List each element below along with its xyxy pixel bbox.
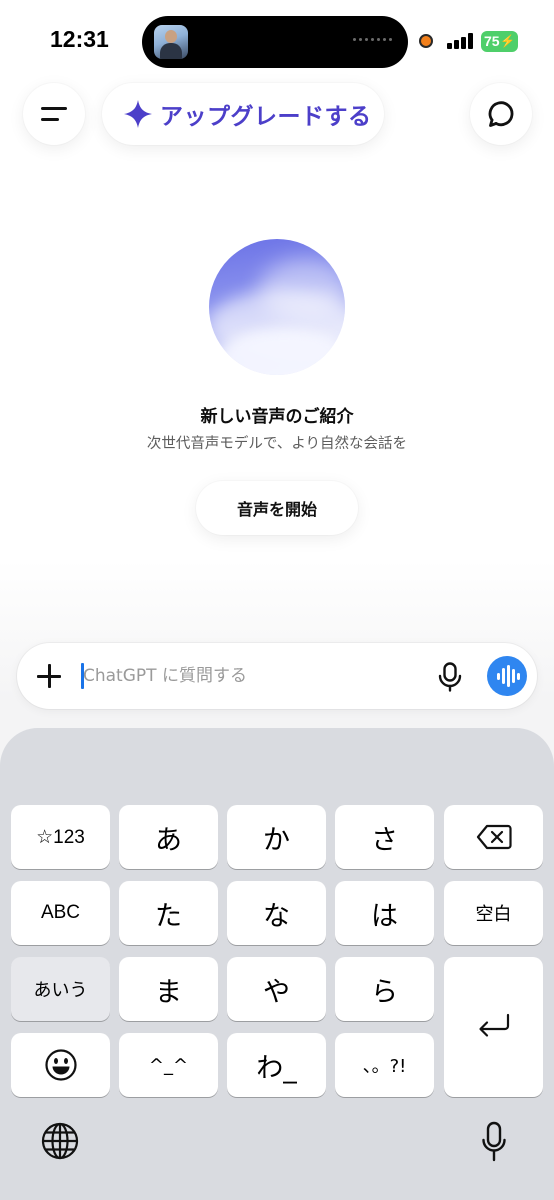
composer <box>17 643 537 709</box>
cellular-signal-icon <box>447 33 473 49</box>
key-kana-mode[interactable]: あいう <box>11 957 110 1021</box>
message-input[interactable] <box>83 661 423 691</box>
battery-icon: 75 ⚡ <box>481 31 518 52</box>
key-punctuation[interactable]: 、。?! <box>335 1033 434 1097</box>
upgrade-label: アップグレードする <box>160 104 372 130</box>
avatar <box>154 25 188 59</box>
recording-indicator-icon <box>419 34 433 48</box>
voice-intro-title: 新しい音声のご紹介 <box>200 407 354 427</box>
key-kaomoji[interactable]: ^_^ <box>119 1033 218 1097</box>
key-space[interactable]: 空白 <box>444 881 543 945</box>
menu-icon <box>41 107 67 110</box>
upgrade-button[interactable]: アップグレードする <box>102 83 384 145</box>
voice-mode-button[interactable] <box>487 656 527 696</box>
microphone-icon[interactable] <box>438 662 462 692</box>
emoji-icon <box>44 1049 77 1081</box>
menu-button[interactable] <box>23 83 85 145</box>
status-time: 12:31 <box>50 26 109 52</box>
key-delete[interactable] <box>444 805 543 869</box>
voice-orb[interactable] <box>209 239 345 375</box>
key-ra[interactable]: ら <box>335 957 434 1021</box>
key-return[interactable] <box>444 957 543 1097</box>
dictation-microphone-icon[interactable] <box>482 1121 506 1163</box>
globe-icon[interactable] <box>41 1122 79 1160</box>
battery-level: 75 <box>484 33 500 49</box>
delete-icon <box>476 824 512 850</box>
dynamic-island[interactable] <box>142 16 408 68</box>
key-na[interactable]: な <box>227 881 326 945</box>
key-ha[interactable]: は <box>335 881 434 945</box>
key-numbers[interactable]: ☆123 <box>11 805 110 869</box>
key-ka[interactable]: か <box>227 805 326 869</box>
chat-bubble-icon <box>488 101 514 127</box>
waveform-icon <box>497 673 500 680</box>
charging-bolt-icon: ⚡ <box>500 34 515 48</box>
plus-icon[interactable] <box>37 664 61 688</box>
key-sa[interactable]: さ <box>335 805 434 869</box>
key-a[interactable]: あ <box>119 805 218 869</box>
return-icon <box>478 1013 509 1037</box>
voice-intro-subtitle: 次世代音声モデルで、より自然な会話を <box>146 436 408 452</box>
key-abc[interactable]: ABC <box>11 881 110 945</box>
key-ta[interactable]: た <box>119 881 218 945</box>
start-voice-button[interactable]: 音声を開始 <box>196 481 358 535</box>
key-ya[interactable]: や <box>227 957 326 1021</box>
chatgpt-screen: 12:31 75 ⚡ アップグレードする 新しい音声のご紹介 次世代音声モデルで… <box>0 0 554 1200</box>
new-chat-button[interactable] <box>470 83 532 145</box>
key-ma[interactable]: ま <box>119 957 218 1021</box>
key-wa[interactable]: わ_ <box>227 1033 326 1097</box>
sparkle-icon <box>124 100 152 128</box>
activity-dots-icon <box>353 38 392 41</box>
key-emoji[interactable] <box>11 1033 110 1097</box>
